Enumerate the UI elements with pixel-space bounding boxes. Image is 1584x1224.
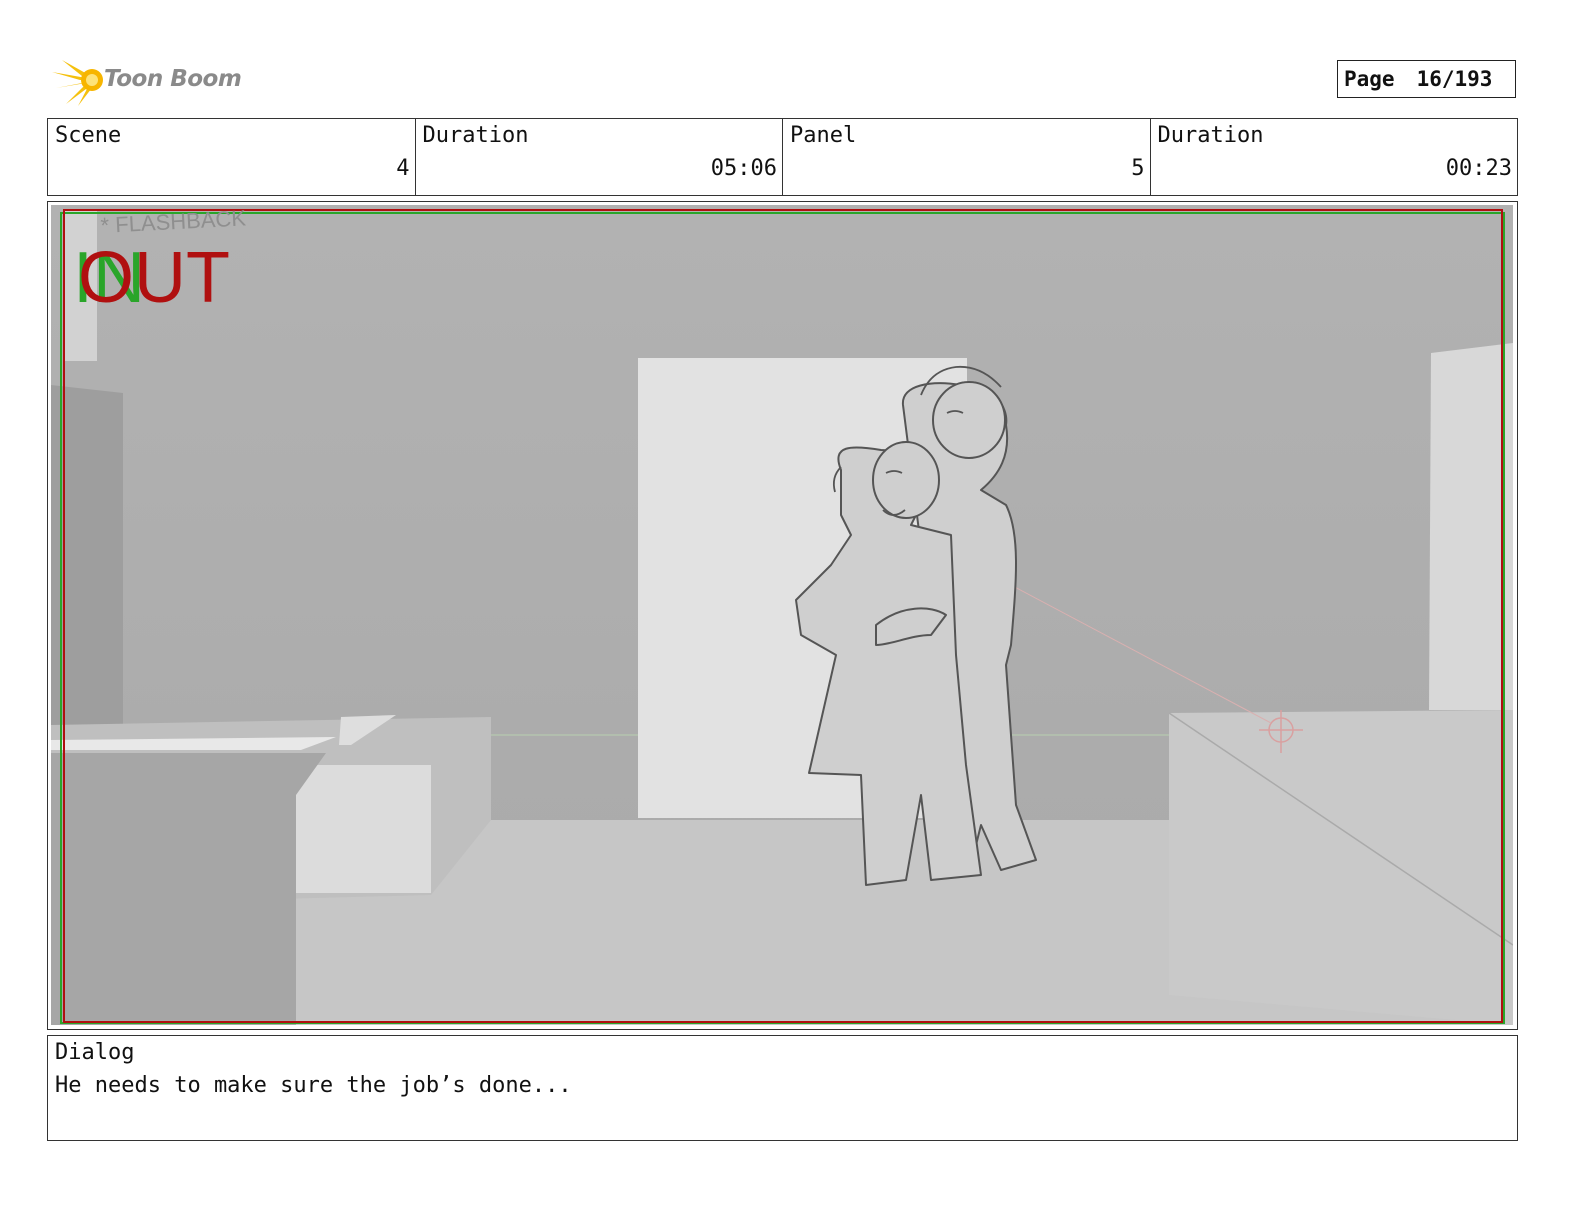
panel-cell: Panel 5: [783, 119, 1151, 195]
panel-duration-label: Duration: [1157, 123, 1264, 148]
scene-duration-cell: Duration 05:06: [416, 119, 783, 195]
page-label: Page: [1344, 67, 1395, 91]
panel-duration-value: 00:23: [1445, 156, 1512, 181]
out-marker: OUT: [78, 238, 230, 318]
toon-boom-logo: Toon Boom: [52, 56, 252, 108]
dialog-text: He needs to make sure the job’s done...: [55, 1073, 572, 1098]
page-indicator: Page 16/193: [1337, 60, 1516, 98]
scene-value: 4: [396, 156, 410, 181]
starburst-icon: [52, 60, 103, 106]
page-number: 16/193: [1416, 67, 1493, 91]
scene-duration-label: Duration: [422, 123, 529, 148]
dialog-label: Dialog: [55, 1040, 135, 1065]
storyboard-header: Scene 4 Duration 05:06 Panel 5 Duration …: [47, 118, 1518, 196]
panel-drawing: * FLASHBACK IN OUT: [51, 205, 1513, 1025]
panel-label: Panel: [790, 123, 857, 148]
scene-label: Scene: [55, 123, 122, 148]
left-counter-near: [51, 753, 326, 1025]
right-counter: [1169, 710, 1513, 1025]
logo-wordmark: Toon Boom: [104, 66, 242, 92]
left-cabinet-front: [296, 765, 431, 893]
scene-cell: Scene 4: [48, 119, 416, 195]
dialog-box: Dialog He needs to make sure the job’s d…: [47, 1035, 1518, 1141]
scene-duration-value: 05:06: [710, 156, 777, 181]
storyboard-panel: * FLASHBACK IN OUT: [47, 201, 1518, 1030]
panel-duration-cell: Duration 00:23: [1151, 119, 1518, 195]
panel-value: 5: [1131, 156, 1145, 181]
right-pillar: [1429, 343, 1513, 710]
